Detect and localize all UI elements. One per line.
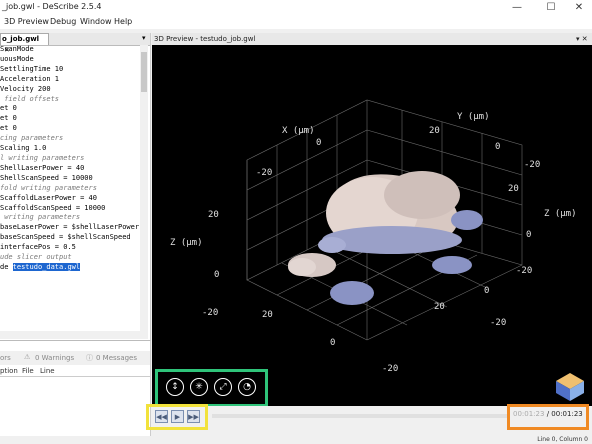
code-line: SettlingTime 10: [0, 64, 64, 73]
x-tick-bottom-2: -20: [382, 364, 398, 374]
info-icon: ⓘ: [86, 354, 93, 362]
preview-header: 3D Preview - testudo_job.gwl ▾ ✕: [152, 33, 592, 45]
cursor-position: Line 0, Column 0: [537, 436, 588, 443]
time-display-highlight: [507, 404, 589, 430]
orientation-cube-icon[interactable]: [556, 373, 584, 401]
column-line[interactable]: Line: [40, 367, 55, 375]
menu-debug[interactable]: Debug: [50, 17, 76, 26]
warning-icon: ⚠: [24, 353, 31, 361]
title-bar: _job.gwl - DeScribe 2.5.4 — ☐ ✕: [0, 0, 592, 14]
z-tick-right-1: 0: [526, 230, 531, 240]
menu-3d-preview[interactable]: 3D Preview: [4, 17, 49, 26]
menu-help[interactable]: Help: [114, 17, 132, 26]
code-line-include: de testudo_data.gwl: [0, 262, 140, 273]
x-axis-label: X (µm): [282, 126, 315, 136]
minimize-button[interactable]: —: [502, 0, 532, 14]
column-file[interactable]: File: [22, 367, 34, 375]
code-line: ScanMode: [0, 45, 34, 53]
progress-slider[interactable]: [212, 414, 508, 418]
menu-window[interactable]: Window: [80, 17, 112, 26]
close-button[interactable]: ✕: [564, 0, 592, 14]
code-line: et 0: [0, 114, 17, 123]
preview-3d-scene: X (µm) Y (µm) Z (µm) Z (µm) 0 -20 20 0 -…: [170, 99, 584, 401]
messages-filter-bar: ors ⚠ 0 Warnings ⓘ 0 Messages: [0, 351, 150, 365]
include-filename[interactable]: testudo_data.gwl: [12, 262, 81, 271]
x-tick-bottom-0: 20: [262, 310, 273, 320]
code-line: ScaffoldScanSpeed = 10000: [0, 203, 106, 212]
menu-bar: 3D Preview Debug Window Help: [0, 14, 592, 29]
x-tick-bottom-1: 0: [330, 338, 335, 348]
rotate-icon[interactable]: ✳: [190, 378, 208, 396]
code-line: et 0: [0, 124, 17, 133]
zoom-icon[interactable]: ↕: [166, 378, 184, 396]
z-axis-label-right: Z (µm): [544, 209, 577, 219]
code-line: ShellLaserPower = 40: [0, 163, 85, 172]
errors-filter[interactable]: ors: [0, 354, 11, 362]
reset-view-icon[interactable]: ◔: [238, 378, 256, 396]
chevron-down-icon[interactable]: ▾: [142, 34, 146, 42]
messages-panel: ors ⚠ 0 Warnings ⓘ 0 Messages ption File…: [0, 340, 151, 437]
code-line: cing parameters: [0, 134, 64, 143]
maximize-button[interactable]: ☐: [536, 0, 566, 14]
z-tick-left-0: 20: [208, 210, 219, 220]
y-tick-top-0: 20: [429, 126, 440, 136]
y-tick-bottom-2: -20: [490, 318, 506, 328]
x-tick-top-1: -20: [256, 168, 272, 178]
code-line: uousMode: [0, 54, 34, 63]
code-line: Scaling 1.0: [0, 144, 47, 153]
z-tick-right-2: -20: [516, 266, 532, 276]
code-line: fold writing parameters: [0, 183, 97, 192]
code-line: baseScanSpeed = $shellScanSpeed: [0, 233, 131, 242]
pan-icon[interactable]: ⤢: [214, 378, 232, 396]
window-title: _job.gwl - DeScribe 2.5.4: [2, 2, 102, 11]
column-description[interactable]: ption: [0, 367, 18, 375]
z-tick-left-1: 0: [214, 270, 219, 280]
z-tick-left-2: -20: [202, 308, 218, 318]
y-tick-top-1: 0: [495, 142, 500, 152]
messages-filter[interactable]: 0 Messages: [96, 354, 137, 362]
include-keyword: de: [0, 262, 13, 271]
code-line: field offsets: [0, 94, 60, 103]
z-tick-right-0: 20: [508, 184, 519, 194]
messages-column-header: ption File Line: [0, 365, 150, 377]
preview-title: 3D Preview - testudo_job.gwl: [154, 35, 256, 43]
code-line: ude slicer output: [0, 253, 72, 262]
code-line: baseLaserPower = $shellLaserPower: [0, 223, 140, 232]
y-tick-bottom-0: 20: [434, 302, 445, 312]
code-line: et 0: [0, 104, 17, 113]
status-bar: Line 0, Column 0: [0, 436, 592, 444]
editor-tab[interactable]: o_job.gwl ✕: [0, 33, 49, 54]
y-axis-label: Y (µm): [457, 112, 490, 122]
code-line: writing parameters: [0, 213, 81, 222]
z-axis-label-left: Z (µm): [170, 238, 203, 248]
y-tick-neg: -20: [524, 160, 540, 170]
x-tick-top-0: 0: [316, 138, 321, 148]
code-editor[interactable]: ScanMode uousMode SettlingTime 10 Accelerat…: [0, 45, 140, 339]
code-line: Velocity 200: [0, 84, 51, 93]
horizontal-scrollbar[interactable]: [0, 331, 140, 339]
warnings-filter[interactable]: 0 Warnings: [35, 354, 74, 362]
playback-controls-highlight: [146, 404, 208, 430]
scrollbar-thumb[interactable]: [141, 52, 147, 92]
code-line: interfacePos = 0.5: [0, 243, 76, 252]
y-tick-bottom-1: 0: [484, 286, 489, 296]
code-line: ShellScanSpeed = 10000: [0, 173, 93, 182]
code-line: l writing parameters: [0, 153, 85, 162]
preview-header-controls[interactable]: ▾ ✕: [576, 35, 588, 43]
code-line: ScaffoldLaserPower = 40: [0, 193, 97, 202]
code-line: Acceleration 1: [0, 74, 60, 83]
editor-tab-label: o_job.gwl: [2, 35, 40, 43]
preview-canvas[interactable]: X (µm) Y (µm) Z (µm) Z (µm) 0 -20 20 0 -…: [152, 45, 592, 406]
